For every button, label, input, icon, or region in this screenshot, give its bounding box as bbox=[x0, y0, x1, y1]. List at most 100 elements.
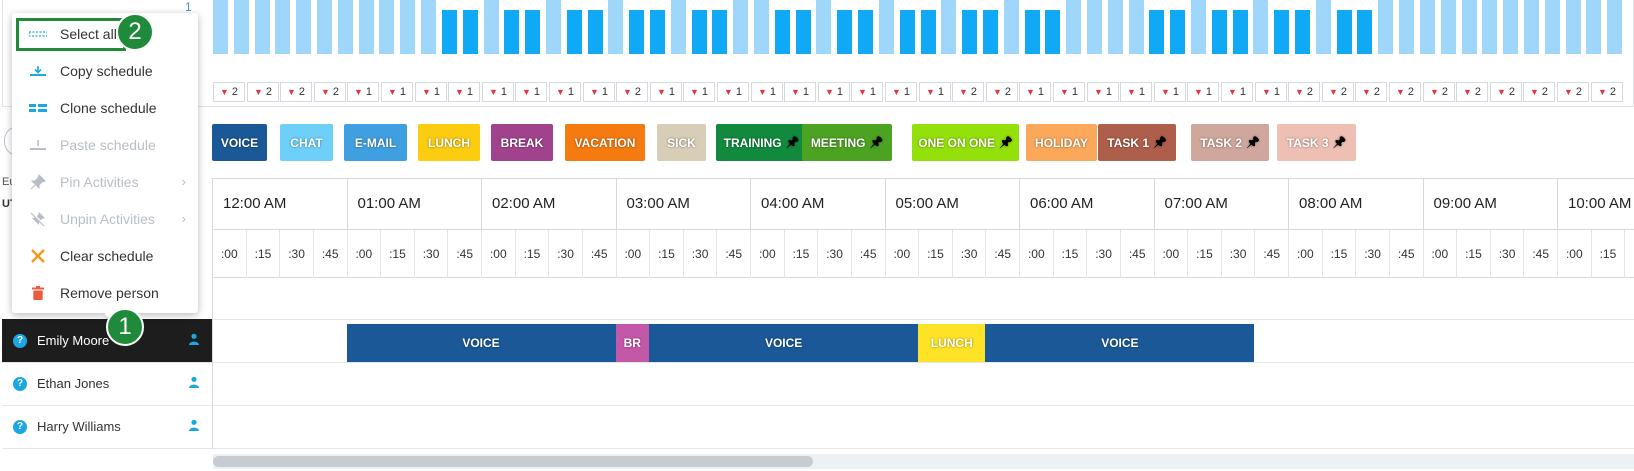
activity-label: MEETING bbox=[810, 135, 866, 150]
coverage-bar bbox=[296, 0, 311, 54]
activity-label: TRAINING bbox=[723, 135, 782, 150]
help-icon[interactable]: ? bbox=[13, 333, 27, 348]
schedule-row[interactable] bbox=[213, 276, 1634, 320]
activity-holiday[interactable]: HOLIDAY bbox=[1026, 124, 1097, 161]
coverage-counter-value: 1 bbox=[668, 86, 676, 98]
coverage-counter: ▼ 1 bbox=[347, 82, 379, 102]
schedule-block-lunch[interactable]: LUNCH bbox=[918, 324, 986, 362]
coverage-counter-value: 2 bbox=[1407, 86, 1415, 98]
coverage-counter: ▼ 2 bbox=[986, 82, 1018, 102]
coverage-counter-value: 2 bbox=[298, 86, 306, 98]
hour-header: 01:00 AM bbox=[348, 179, 482, 229]
agent-row[interactable]: ? Harry Williams bbox=[2, 405, 213, 449]
schedule-block-br[interactable]: BR bbox=[615, 324, 650, 362]
coverage-counter: ▼ 1 bbox=[381, 82, 413, 102]
help-icon[interactable]: ? bbox=[13, 376, 27, 391]
quarter-header: :45 bbox=[314, 230, 348, 278]
activity-task-3[interactable]: TASK 3 📌 bbox=[1277, 124, 1356, 161]
coverage-bar bbox=[338, 0, 353, 54]
menu-item-clone-schedule[interactable]: Clone schedule bbox=[12, 89, 198, 126]
menu-item-clear-schedule[interactable]: Clear schedule bbox=[12, 237, 198, 274]
coverage-bar bbox=[1462, 0, 1477, 54]
agent-row[interactable]: ? Ethan Jones bbox=[2, 362, 213, 406]
quarter-header: :00 bbox=[1558, 230, 1592, 278]
hour-header: 08:00 AM bbox=[1289, 179, 1424, 229]
coverage-counter-value: 1 bbox=[836, 86, 844, 98]
horizontal-scrollbar[interactable] bbox=[213, 454, 1634, 469]
menu-item-copy-schedule[interactable]: Copy schedule bbox=[12, 52, 198, 89]
schedule-block-voice[interactable]: VOICE bbox=[346, 324, 616, 362]
person-icon[interactable] bbox=[188, 376, 200, 391]
unpin-icon bbox=[27, 210, 49, 227]
coverage-bar bbox=[1295, 10, 1310, 54]
coverage-bar bbox=[1253, 0, 1268, 54]
coverage-bar bbox=[1233, 10, 1248, 54]
coverage-counter: ▼ 1 bbox=[851, 82, 883, 102]
activity-sick[interactable]: SICK bbox=[657, 124, 706, 161]
coverage-counter-value: 2 bbox=[265, 86, 273, 98]
quarter-header: :30 bbox=[549, 230, 583, 278]
activity-task-2[interactable]: TASK 2 📌 bbox=[1191, 124, 1269, 161]
person-icon[interactable] bbox=[188, 333, 200, 348]
coverage-counters: ▼ 2 ▼ 2 ▼ 2 ▼ 2 ▼ 1 ▼ 1 ▼ 1 ▼ 1 ▼ 1 ▼ 1 ▼ 1 ▼ 1 ▼ 2 ▼ 1 ▼ 1 ▼ 1 ▼ 1 ▼ 1 ▼ 1 ▼ 1… bbox=[213, 82, 1634, 102]
coverage-counter: ▼ 1 bbox=[583, 82, 615, 102]
coverage-bar bbox=[650, 10, 665, 54]
schedule-block-voice[interactable]: VOICE bbox=[985, 324, 1255, 362]
quarter-header: :30 bbox=[953, 230, 987, 278]
activity-meeting[interactable]: MEETING 📌 bbox=[802, 124, 892, 161]
activity-chat[interactable]: CHAT bbox=[280, 124, 333, 161]
coverage-counter: ▼ 2 bbox=[952, 82, 984, 102]
hour-header: 07:00 AM bbox=[1155, 179, 1289, 229]
down-arrow-icon: ▼ bbox=[1059, 87, 1069, 97]
coverage-bar bbox=[275, 0, 290, 54]
menu-item-pin-activities: Pin Activities › bbox=[12, 163, 198, 200]
down-arrow-icon: ▼ bbox=[1227, 87, 1237, 97]
coverage-counter: ▼ 1 bbox=[751, 82, 783, 102]
coverage-bar bbox=[858, 10, 873, 54]
pin-icon: 📌 bbox=[1246, 137, 1260, 149]
coverage-bar bbox=[837, 10, 852, 54]
schedule-grid: VOICE BR VOICE LUNCH VOICE bbox=[213, 276, 1634, 454]
quarter-header: :00 bbox=[1020, 230, 1054, 278]
coverage-bar bbox=[1274, 10, 1289, 54]
activity-training[interactable]: TRAINING 📌 bbox=[716, 124, 807, 161]
hour-header: 02:00 AM bbox=[482, 179, 617, 229]
coverage-counter: ▼ 1 bbox=[818, 82, 850, 102]
coverage-counter-value: 1 bbox=[1071, 86, 1079, 98]
menu-item-label: Unpin Activities bbox=[60, 210, 155, 227]
coverage-bar bbox=[484, 0, 499, 54]
chevron-right-icon: › bbox=[181, 174, 186, 189]
activity-one-on-one[interactable]: ONE ON ONE 📌 bbox=[912, 124, 1019, 161]
schedule-row[interactable] bbox=[213, 362, 1634, 406]
hour-header: 03:00 AM bbox=[617, 179, 751, 229]
coverage-bar bbox=[1545, 0, 1560, 54]
person-icon[interactable] bbox=[188, 419, 200, 434]
coverage-bar bbox=[463, 10, 478, 54]
activity-voice[interactable]: VOICE bbox=[212, 124, 267, 161]
schedule-row[interactable] bbox=[213, 405, 1634, 449]
help-icon[interactable]: ? bbox=[13, 419, 27, 434]
coverage-bar bbox=[754, 0, 769, 54]
down-arrow-icon: ▼ bbox=[1294, 87, 1304, 97]
coverage-bar bbox=[1170, 10, 1185, 54]
coverage-bar bbox=[421, 0, 436, 54]
schedule-block-voice[interactable]: VOICE bbox=[649, 324, 919, 362]
coverage-bar bbox=[588, 10, 603, 54]
quarter-header: :30 bbox=[818, 230, 852, 278]
quarter-header: :45 bbox=[986, 230, 1020, 278]
quarter-header: :00 bbox=[1155, 230, 1189, 278]
step-badge-2: 2 bbox=[116, 13, 154, 51]
activity-lunch[interactable]: LUNCH bbox=[418, 124, 480, 161]
activity-label: TASK 2 bbox=[1200, 135, 1243, 150]
activity-break[interactable]: BREAK bbox=[491, 124, 553, 161]
menu-item-remove-person[interactable]: Remove person bbox=[12, 274, 198, 311]
scrollbar-thumb[interactable] bbox=[213, 456, 813, 467]
activity-task-1[interactable]: TASK 1 📌 bbox=[1098, 124, 1176, 161]
quarter-header: :00 bbox=[1424, 230, 1458, 278]
activity-e-mail[interactable]: E-MAIL bbox=[344, 124, 407, 161]
quarter-hour-row: :00:15:30:45:00:15:30:45:00:15:30:45:00:… bbox=[213, 229, 1634, 278]
down-arrow-icon: ▼ bbox=[1126, 87, 1136, 97]
coverage-bar bbox=[941, 0, 956, 54]
coverage-counter-value: 2 bbox=[1306, 86, 1314, 98]
activity-vacation[interactable]: VACATION bbox=[565, 124, 645, 161]
